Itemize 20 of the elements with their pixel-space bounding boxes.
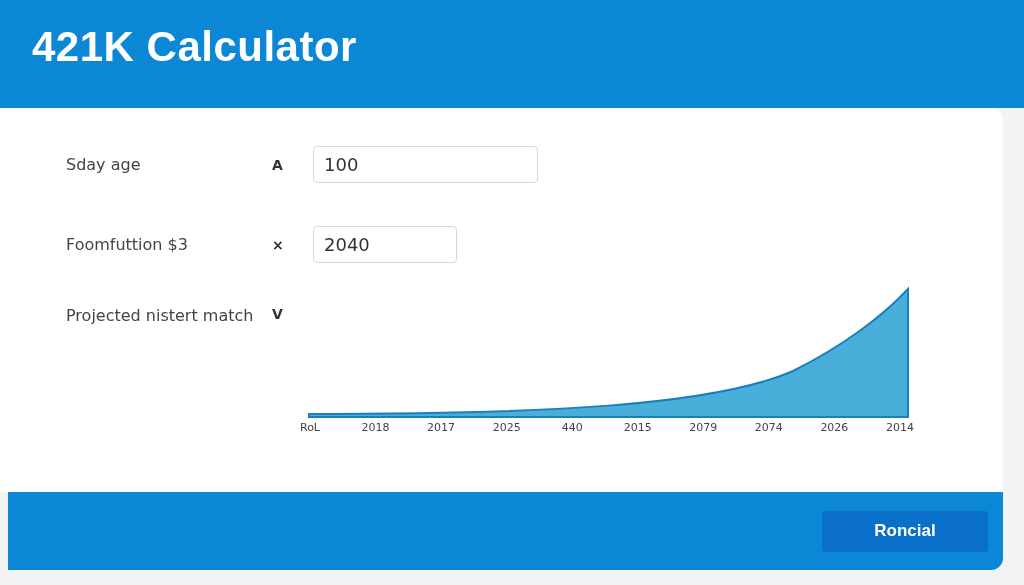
axis-label: 2017 [426, 421, 457, 434]
axis-label: 2025 [491, 421, 522, 434]
input-field[interactable]: 2040 [313, 226, 457, 263]
field-symbol: V [272, 306, 284, 322]
axis-label: 2018 [360, 421, 391, 434]
axis-label: 2014 [884, 421, 915, 434]
field-symbol: A [272, 156, 284, 173]
field-label: Projected nistert match [66, 306, 255, 325]
axis-label: 440 [560, 421, 584, 434]
axis-label: 2079 [688, 421, 719, 434]
axis-label: RoL [299, 421, 321, 434]
app-title: 421K Calculator [32, 23, 357, 71]
axis-label: 2015 [622, 421, 653, 434]
field-symbol: × [272, 236, 285, 253]
axis-label: 2026 [819, 421, 850, 434]
action-button[interactable]: Roncial [822, 510, 988, 552]
input-field[interactable]: 100 [313, 146, 538, 183]
field-label: Foomfuttion $3 [66, 235, 189, 254]
axis-label: 2074 [753, 421, 784, 434]
field-label: Sday age [66, 155, 142, 174]
